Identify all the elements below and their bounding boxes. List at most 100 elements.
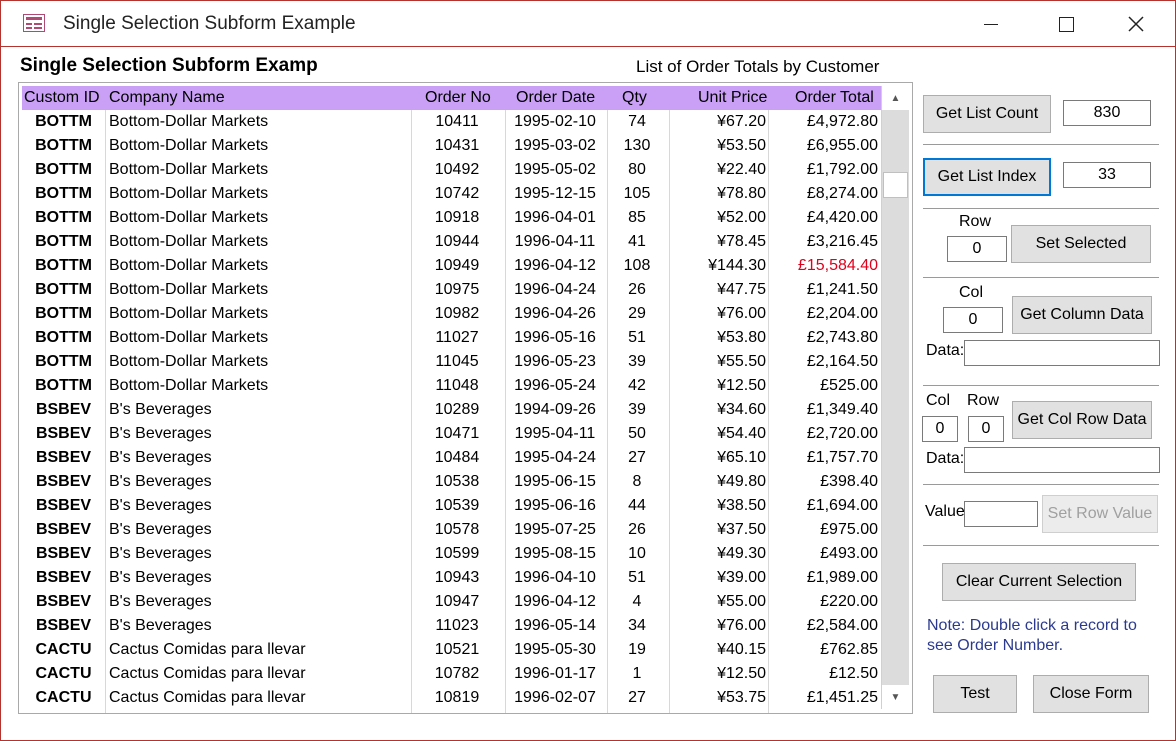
- list-row[interactable]: BOTTM Bottom-Dollar Markets 11048 1996-05-2…: [22, 374, 881, 398]
- cell-order-total: £8,274.00: [806, 185, 878, 202]
- order-totals-listbox[interactable]: Custom ID Company Name Order No Order Da…: [18, 82, 913, 714]
- header-unit-price: Unit Price: [698, 89, 768, 106]
- cell-qty: 19: [628, 641, 646, 658]
- list-row[interactable]: BSBEV B's Beverages 10471 1995-04-11 50 ¥54.4…: [22, 422, 881, 446]
- col-row-data-field[interactable]: [964, 447, 1160, 473]
- list-row[interactable]: BOTTM Bottom-Dollar Markets 11045 1996-05-2…: [22, 350, 881, 374]
- cell-unit-price: ¥55.00: [717, 593, 766, 610]
- list-row[interactable]: BOTTM Bottom-Dollar Markets 11027 1996-05-1…: [22, 326, 881, 350]
- cell-unit-price: ¥22.40: [717, 161, 766, 178]
- cell-order-no: 10539: [434, 497, 480, 514]
- cell-unit-price: ¥12.50: [717, 377, 766, 394]
- cell-qty: 1: [632, 665, 642, 682]
- cell-order-total: £762.85: [820, 641, 878, 658]
- cell-unit-price: ¥53.75: [717, 689, 766, 706]
- list-row[interactable]: BOTTM Bottom-Dollar Markets 10431 1995-03-0…: [22, 134, 881, 158]
- set-selected-button[interactable]: Set Selected: [1011, 225, 1151, 263]
- list-row[interactable]: BSBEV B's Beverages 10578 1995-07-25 26 ¥37.5…: [22, 518, 881, 542]
- cell-order-no: 10492: [434, 161, 480, 178]
- cell-order-date: 1995-05-30: [514, 641, 596, 658]
- cell-company-name: B's Beverages: [109, 569, 212, 586]
- list-row[interactable]: BSBEV B's Beverages 10289 1994-09-26 39 ¥34.6…: [22, 398, 881, 422]
- cell-custom-id: BOTTM: [35, 281, 92, 298]
- cell-qty: 8: [632, 473, 642, 490]
- cell-qty: 80: [628, 161, 646, 178]
- get-column-data-button[interactable]: Get Column Data: [1012, 296, 1152, 334]
- cell-order-date: 1995-06-16: [514, 497, 596, 514]
- get-list-index-button[interactable]: Get List Index: [923, 158, 1051, 196]
- close-window-button[interactable]: [1101, 1, 1171, 47]
- list-row[interactable]: BOTTM Bottom-Dollar Markets 10918 1996-04-0…: [22, 206, 881, 230]
- minimize-button[interactable]: [956, 1, 1026, 47]
- header-company-name: Company Name: [109, 89, 225, 106]
- list-row[interactable]: BOTTM Bottom-Dollar Markets 10411 1995-02-1…: [22, 110, 881, 134]
- maximize-button[interactable]: [1031, 1, 1101, 47]
- list-row[interactable]: CACTU Cactus Comidas para llevar 10782 1996…: [22, 662, 881, 686]
- col-row-row-field[interactable]: 0: [968, 416, 1004, 442]
- set-row-value-button[interactable]: Set Row Value: [1042, 495, 1158, 533]
- get-list-count-button[interactable]: Get List Count: [923, 95, 1051, 133]
- scroll-thumb[interactable]: [883, 172, 908, 198]
- list-row[interactable]: CACTU Cactus Comidas para llevar 10819 1996…: [22, 686, 881, 710]
- list-row[interactable]: BOTTM Bottom-Dollar Markets 10944 1996-04-1…: [22, 230, 881, 254]
- cell-order-no: 10521: [434, 641, 480, 658]
- cell-custom-id: CACTU: [35, 689, 92, 706]
- cell-qty: 51: [628, 569, 646, 586]
- row-field[interactable]: 0: [947, 236, 1007, 262]
- cell-custom-id: BOTTM: [35, 113, 92, 130]
- list-row[interactable]: CACTU Cactus Comidas para llevar 10521 1995…: [22, 638, 881, 662]
- list-row[interactable]: BSBEV B's Beverages 10484 1995-04-24 27 ¥65.1…: [22, 446, 881, 470]
- list-row[interactable]: BSBEV B's Beverages 10947 1996-04-12 4 ¥55.00…: [22, 590, 881, 614]
- cell-custom-id: BOTTM: [35, 209, 92, 226]
- list-row[interactable]: BOTTM Bottom-Dollar Markets 10492 1995-05-0…: [22, 158, 881, 182]
- list-count-field[interactable]: 830: [1063, 100, 1151, 126]
- cell-order-total: £1,241.50: [806, 281, 878, 298]
- form-icon: [23, 14, 45, 32]
- get-col-row-data-button[interactable]: Get Col Row Data: [1012, 401, 1152, 439]
- list-row[interactable]: BSBEV B's Beverages 10943 1996-04-10 51 ¥39.0…: [22, 566, 881, 590]
- cell-unit-price: ¥49.80: [717, 473, 766, 490]
- list-row[interactable]: BOTTM Bottom-Dollar Markets 10949 1996-04-1…: [22, 254, 881, 278]
- list-row[interactable]: BSBEV B's Beverages 11023 1996-05-14 34 ¥76.0…: [22, 614, 881, 638]
- cell-order-date: 1996-01-17: [514, 665, 596, 682]
- cell-order-total: £1,694.00: [806, 497, 878, 514]
- cell-custom-id: BSBEV: [35, 497, 92, 514]
- cell-order-no: 10982: [434, 305, 480, 322]
- list-row[interactable]: BSBEV B's Beverages 10538 1995-06-15 8 ¥49.80…: [22, 470, 881, 494]
- list-scrollbar[interactable]: ▲ ▼: [881, 86, 909, 709]
- clear-current-selection-button[interactable]: Clear Current Selection: [942, 563, 1136, 601]
- cell-order-total: £4,420.00: [806, 209, 878, 226]
- header-order-no: Order No: [425, 89, 491, 106]
- column-data-field[interactable]: [964, 340, 1160, 366]
- list-row[interactable]: BSBEV B's Beverages 10599 1995-08-15 10 ¥49.3…: [22, 542, 881, 566]
- col-field[interactable]: 0: [943, 307, 1003, 333]
- scroll-down-button[interactable]: ▼: [882, 685, 909, 709]
- col-row-col-field[interactable]: 0: [922, 416, 958, 442]
- test-button[interactable]: Test: [933, 675, 1017, 713]
- value-field[interactable]: [964, 501, 1038, 527]
- list-row[interactable]: BSBEV B's Beverages 10539 1995-06-16 44 ¥38.5…: [22, 494, 881, 518]
- close-form-button[interactable]: Close Form: [1033, 675, 1149, 713]
- cell-unit-price: ¥76.00: [717, 617, 766, 634]
- cell-company-name: B's Beverages: [109, 545, 212, 562]
- cell-order-total: £2,164.50: [806, 353, 878, 370]
- list-row[interactable]: BOTTM Bottom-Dollar Markets 10742 1995-12-1…: [22, 182, 881, 206]
- list-row[interactable]: BOTTM Bottom-Dollar Markets 10982 1996-04-2…: [22, 302, 881, 326]
- col-label: Col: [959, 284, 984, 301]
- cell-company-name: Bottom-Dollar Markets: [109, 305, 269, 322]
- cell-company-name: Bottom-Dollar Markets: [109, 185, 269, 202]
- cell-company-name: Bottom-Dollar Markets: [109, 329, 269, 346]
- cell-unit-price: ¥34.60: [717, 401, 766, 418]
- title-bar[interactable]: Single Selection Subform Example: [1, 1, 1175, 47]
- scroll-up-button[interactable]: ▲: [882, 86, 909, 110]
- cell-custom-id: BSBEV: [35, 569, 92, 586]
- list-index-field[interactable]: 33: [1063, 162, 1151, 188]
- minimize-icon: [984, 23, 998, 25]
- cell-qty: 42: [628, 377, 646, 394]
- col-row-row-label: Row: [967, 392, 1000, 409]
- cell-order-total: £398.40: [820, 473, 878, 490]
- cell-order-date: 1995-03-02: [514, 137, 596, 154]
- cell-order-total: £6,955.00: [806, 137, 878, 154]
- cell-company-name: B's Beverages: [109, 425, 212, 442]
- list-row[interactable]: BOTTM Bottom-Dollar Markets 10975 1996-04-2…: [22, 278, 881, 302]
